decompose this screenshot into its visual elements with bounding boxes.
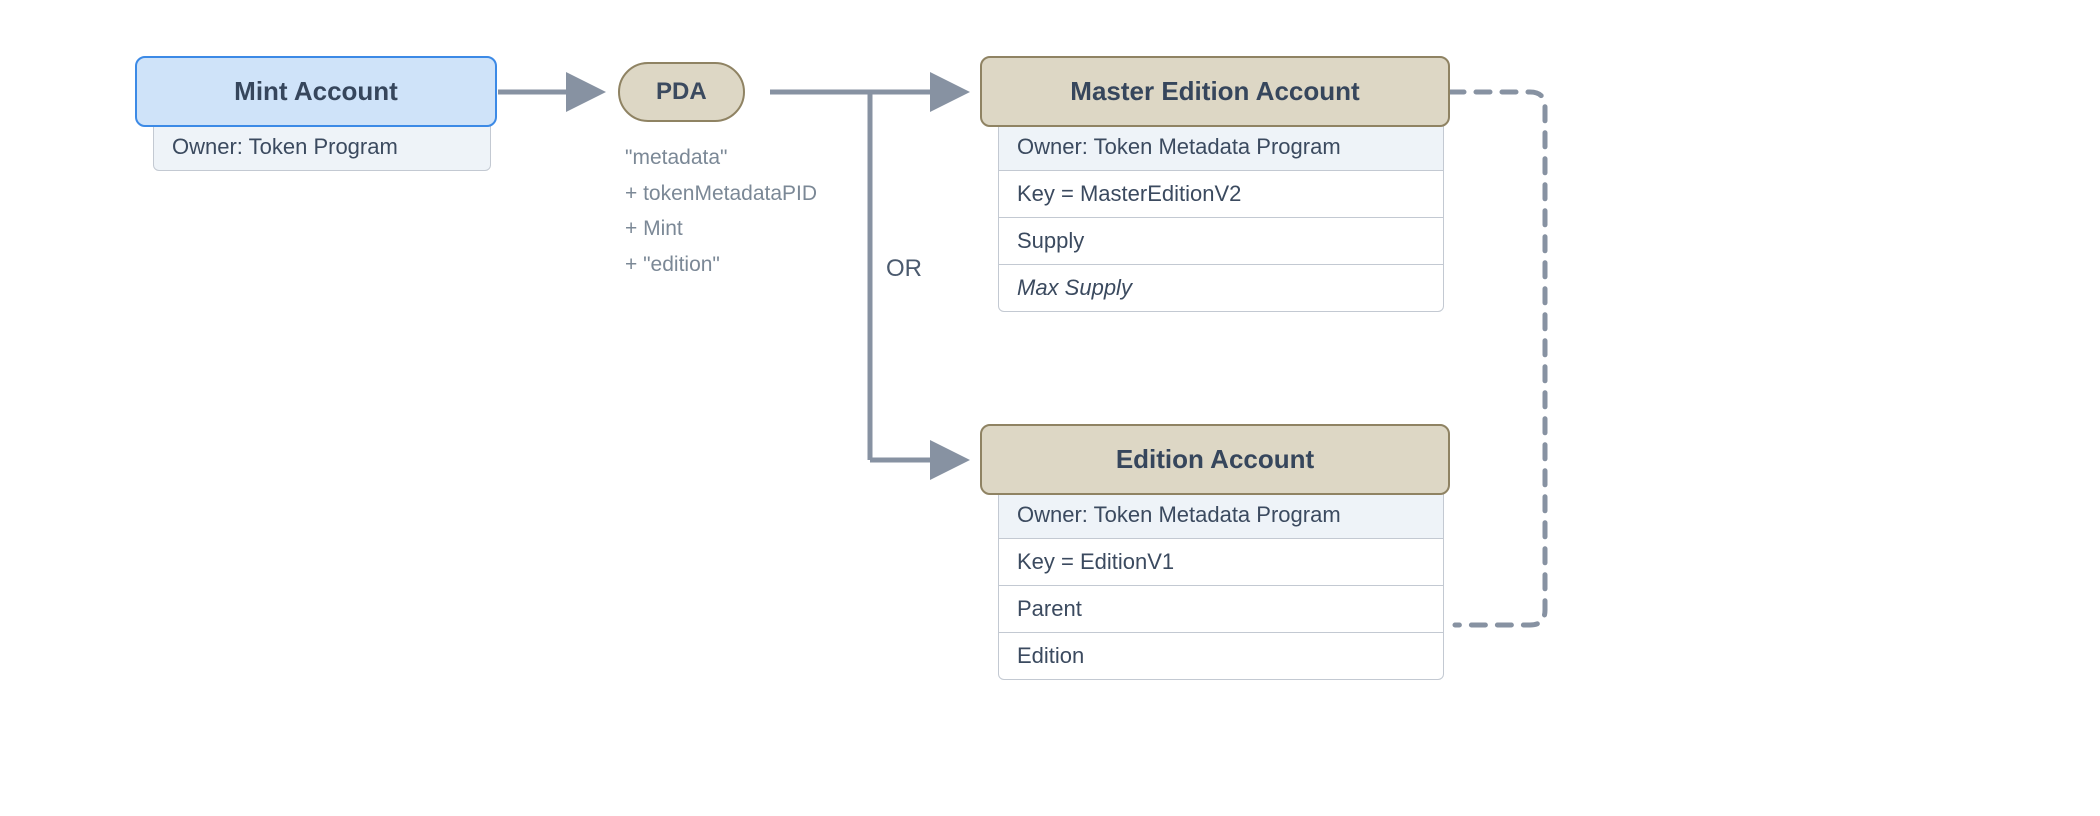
pda-seed-metadata: "metadata" xyxy=(625,140,817,176)
mint-account-title: Mint Account xyxy=(135,56,497,127)
edition-title: Edition Account xyxy=(980,424,1450,495)
master-edition-node: Master Edition Account Owner: Token Meta… xyxy=(980,56,1450,312)
pda-pill: PDA xyxy=(618,62,745,122)
pda-seed-list: "metadata" + tokenMetadataPID + Mint + "… xyxy=(625,140,817,283)
pda-seed-edition: + "edition" xyxy=(625,247,817,283)
mint-owner-row: Owner: Token Program xyxy=(153,123,491,171)
pda-seed-pid: + tokenMetadataPID xyxy=(625,176,817,212)
mint-account-node: Mint Account Owner: Token Program xyxy=(135,56,497,171)
edition-edition-row: Edition xyxy=(998,632,1444,680)
master-maxsupply-row: Max Supply xyxy=(998,264,1444,312)
edition-parent-row: Parent xyxy=(998,585,1444,633)
edition-owner-row: Owner: Token Metadata Program xyxy=(998,491,1444,539)
master-supply-row: Supply xyxy=(998,217,1444,265)
master-edition-title: Master Edition Account xyxy=(980,56,1450,127)
or-label: OR xyxy=(886,255,922,283)
master-key-row: Key = MasterEditionV2 xyxy=(998,170,1444,218)
edition-node: Edition Account Owner: Token Metadata Pr… xyxy=(980,424,1450,680)
master-owner-row: Owner: Token Metadata Program xyxy=(998,123,1444,171)
pda-seed-mint: + Mint xyxy=(625,211,817,247)
edition-key-row: Key = EditionV1 xyxy=(998,538,1444,586)
